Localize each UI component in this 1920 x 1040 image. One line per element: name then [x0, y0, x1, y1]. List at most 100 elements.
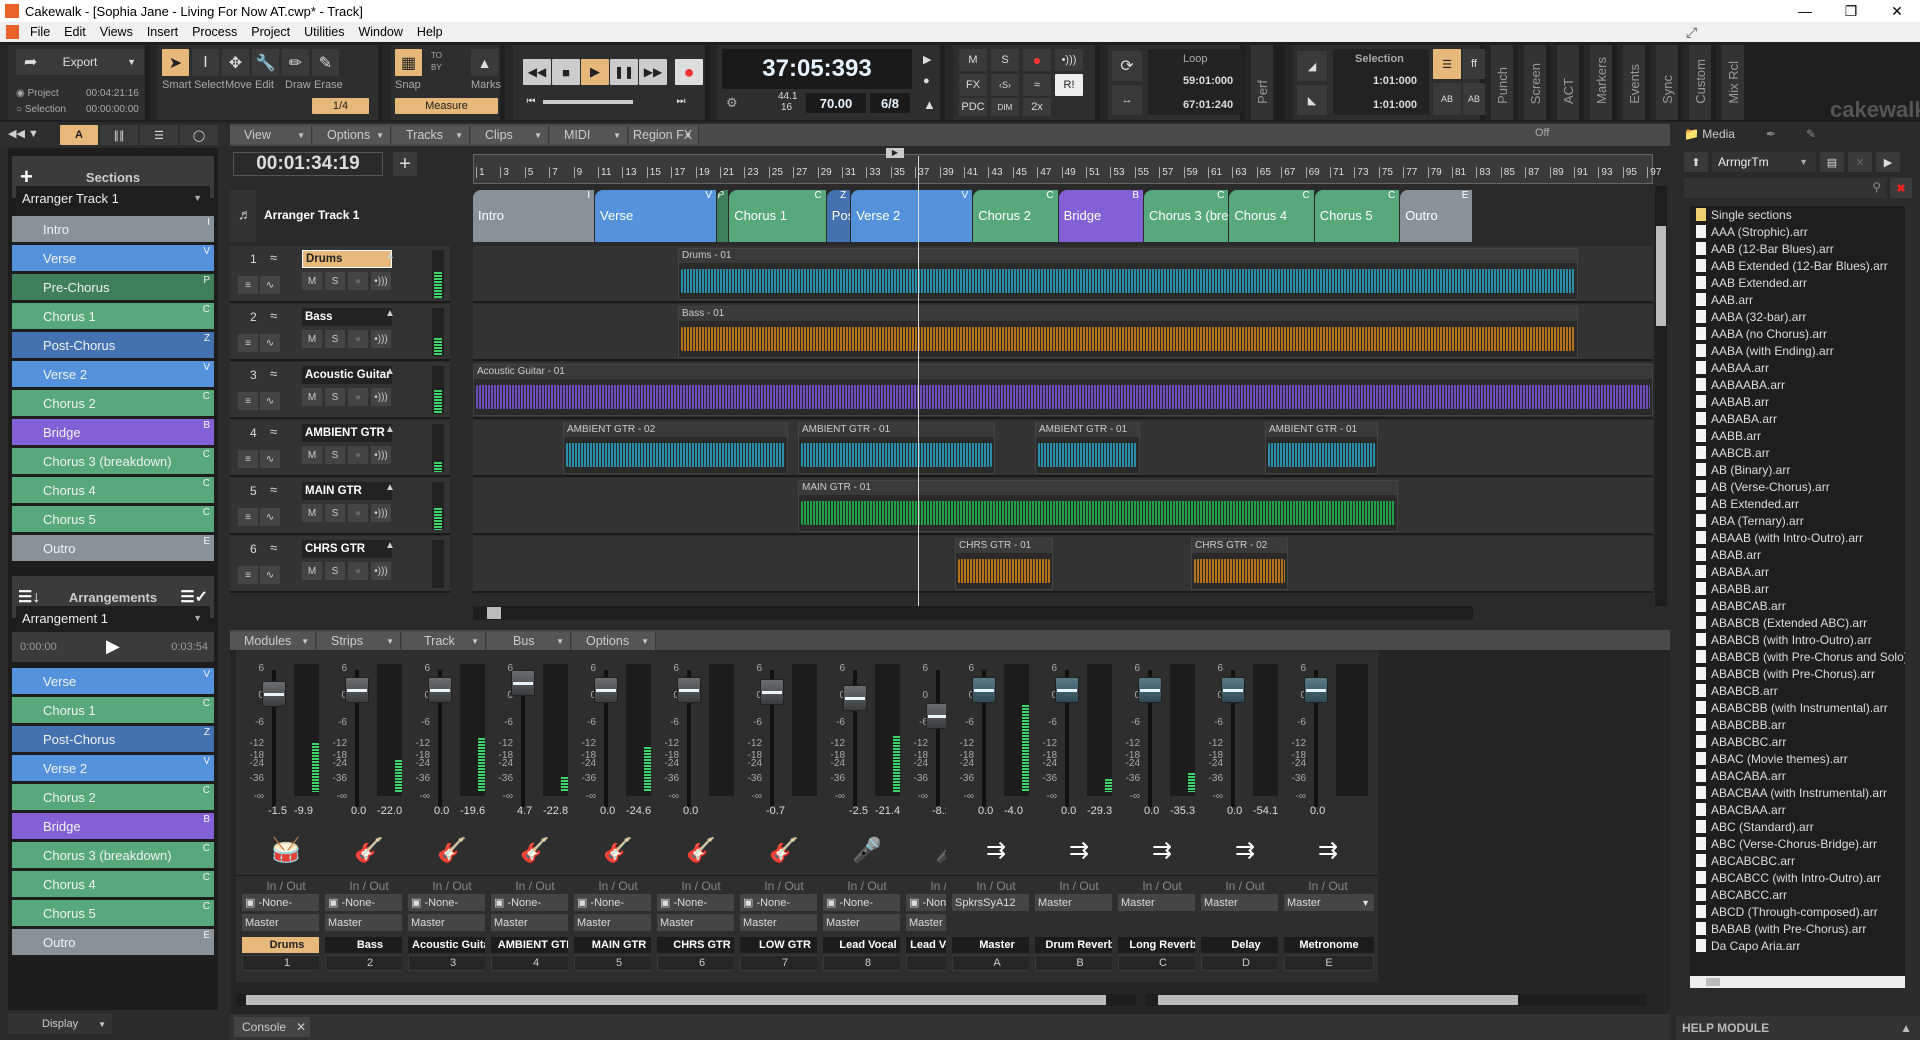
loop-toggle-button[interactable]: ⟳ [1112, 51, 1142, 81]
arranger-section[interactable]: Verse 2 V [851, 190, 973, 242]
automation-button[interactable]: ≈ [1023, 74, 1051, 96]
up-folder-button[interactable]: ⬆ [1684, 152, 1708, 172]
sync-module-tab[interactable]: Sync [1650, 45, 1678, 120]
file-item[interactable]: ABA (Ternary).arr [1690, 512, 1905, 529]
file-list-hscrollbar[interactable] [1690, 976, 1905, 988]
audio-clip[interactable]: AMBIENT GTR - 02 [563, 422, 788, 474]
solo-button[interactable]: S [325, 562, 345, 580]
selection-end[interactable]: 1:01:000 [1373, 99, 1417, 111]
section-item[interactable]: Verse V [12, 668, 214, 694]
file-item[interactable]: ABABCB (with Intro-Outro).arr [1690, 631, 1905, 648]
mute-button[interactable]: M [302, 562, 322, 580]
file-item[interactable]: ABABCBC.arr [1690, 733, 1905, 750]
file-item[interactable]: ABC (Standard).arr [1690, 818, 1905, 835]
commit-arrangement-icon[interactable]: ☰✓ [180, 587, 208, 607]
menu-process[interactable]: Process [185, 25, 244, 39]
track-edit-filter-icon[interactable]: ≡ [238, 450, 258, 468]
file-item[interactable]: AABAABA.arr [1690, 376, 1905, 393]
audio-clip[interactable]: CHRS GTR - 01 [955, 538, 1053, 590]
file-item[interactable]: AAB Extended.arr [1690, 274, 1905, 291]
monitor-all-button[interactable]: •))) [1055, 49, 1083, 71]
file-item[interactable]: AABA (with Ending).arr [1690, 342, 1905, 359]
2x-button[interactable]: 2x [1023, 98, 1051, 116]
screen-module-tab[interactable]: Screen [1518, 45, 1546, 120]
stop-button[interactable]: ■ [552, 59, 580, 85]
audio-clip[interactable]: CHRS GTR - 02 [1191, 538, 1288, 590]
file-item[interactable]: AAA (Strophic).arr [1690, 223, 1905, 240]
expand-icon[interactable]: ▲ [385, 366, 395, 377]
volume-fader[interactable] [428, 676, 452, 703]
file-item[interactable]: ABABCB (with Pre-Chorus).arr [1690, 665, 1905, 682]
section-item[interactable]: Outro E [12, 929, 214, 955]
loop-end[interactable]: 67:01:240 [1183, 99, 1233, 111]
menu-tracks[interactable]: Tracks ▼ [392, 126, 470, 144]
track-name[interactable]: Drums [302, 250, 392, 268]
fullscreen-icon[interactable]: ⤢ [1686, 24, 1697, 41]
audio-clip[interactable]: AMBIENT GTR - 01 [1035, 422, 1140, 474]
move-tool-button[interactable]: ✥ [222, 49, 249, 76]
file-item[interactable]: AB (Binary).arr [1690, 461, 1905, 478]
file-item[interactable]: AAB (12-Bar Blues).arr [1690, 240, 1905, 257]
volume-fader[interactable] [1221, 676, 1245, 703]
smart-tool-button[interactable]: ➤ [162, 49, 189, 76]
input-echo-button[interactable]: •))) [371, 330, 391, 348]
section-item[interactable]: Chorus 5 C [12, 506, 214, 532]
menu-bus[interactable]: Bus ▼ [487, 632, 571, 650]
display-dropdown[interactable]: Display ▼ [8, 1014, 112, 1034]
section-item[interactable]: Chorus 3 (breakdown) C [12, 842, 214, 868]
audio-clip[interactable]: Acoustic Guitar - 01 [473, 364, 1653, 416]
arranger-track-dropdown[interactable]: Arranger Track 1 ▼ [16, 186, 210, 210]
track-header[interactable]: 5 ≈ MAIN GTR M S ● •))) ≡ ∿ ▲ [230, 478, 450, 535]
file-item[interactable]: ABACBAA.arr [1690, 801, 1905, 818]
solo-button[interactable]: S [325, 330, 345, 348]
file-item[interactable]: AAB Extended (12-Bar Blues).arr [1690, 257, 1905, 274]
arranger-section[interactable]: Chorus 2 C [973, 190, 1058, 242]
expand-icon[interactable]: ▲ [385, 308, 395, 319]
fast-forward-button[interactable]: ▶▶ [639, 59, 667, 85]
menu-edit[interactable]: Edit [57, 25, 93, 39]
file-item[interactable]: ABABCBB (with Instrumental).arr [1690, 699, 1905, 716]
file-item[interactable]: ABAC (Movie themes).arr [1690, 750, 1905, 767]
file-item[interactable]: AAB.arr [1690, 291, 1905, 308]
menu-window[interactable]: Window [351, 25, 409, 39]
file-item[interactable]: ABAB.arr [1690, 546, 1905, 563]
go-to-start-button[interactable]: ⏮ [523, 93, 539, 109]
position-slider[interactable] [543, 100, 633, 104]
maximize-button[interactable]: ❐ [1828, 0, 1874, 22]
section-item[interactable]: Pre-Chorus P [12, 274, 214, 300]
expand-icon[interactable]: ▲ [385, 424, 395, 435]
selection-start[interactable]: 1:01:000 [1373, 75, 1417, 87]
track-edit-filter-icon[interactable]: ≡ [238, 566, 258, 584]
transport-time[interactable]: 37:05:393 [722, 49, 912, 89]
audio-engine-icon[interactable]: ⚙ [726, 95, 738, 111]
track-edit-filter-icon[interactable]: ≡ [238, 508, 258, 526]
play-selection-icon[interactable]: ▶ [923, 53, 931, 66]
punch-module-tab[interactable]: Punch [1485, 45, 1513, 120]
audio-clip[interactable]: MAIN GTR - 01 [798, 480, 1398, 532]
file-item[interactable]: AABA (no Chorus).arr [1690, 325, 1905, 342]
menu-insert[interactable]: Insert [140, 25, 185, 39]
file-item[interactable]: AABAB.arr [1690, 393, 1905, 410]
project-radio[interactable]: ◉ Project [16, 88, 59, 99]
output-dropdown[interactable]: Master ▼ [1284, 894, 1374, 911]
rewind-button[interactable]: ◀◀ [523, 59, 551, 85]
expand-icon[interactable]: ▲ [385, 482, 395, 493]
arranger-section[interactable]: Bridge B [1058, 190, 1143, 242]
markers-module-tab[interactable]: Markers [1584, 45, 1612, 120]
menu-region-fx[interactable]: Region FX ▼ [629, 126, 699, 144]
console-scrollbar-tracks[interactable] [236, 994, 1136, 1006]
now-marker[interactable]: ▶ [886, 148, 904, 158]
track-header[interactable]: 6 ≈ CHRS GTR M S ● •))) ≡ ∿ ▲ [230, 536, 450, 593]
record-arm-button[interactable]: ● [348, 504, 368, 522]
custom-module-tab[interactable]: Custom [1683, 45, 1711, 120]
horizontal-scrollbar[interactable] [473, 606, 1473, 620]
mute-button[interactable]: M [302, 388, 322, 406]
volume-fader[interactable] [262, 681, 286, 708]
section-item[interactable]: Outro E [12, 535, 214, 561]
tempo[interactable]: 70.00 [806, 93, 866, 113]
file-item[interactable]: AABABA.arr [1690, 410, 1905, 427]
file-item[interactable]: ABABA.arr [1690, 563, 1905, 580]
snap-off[interactable]: Off [1535, 127, 1549, 139]
selection-start-button[interactable]: ◢ [1297, 51, 1327, 81]
input-echo-button[interactable]: •))) [371, 446, 391, 464]
